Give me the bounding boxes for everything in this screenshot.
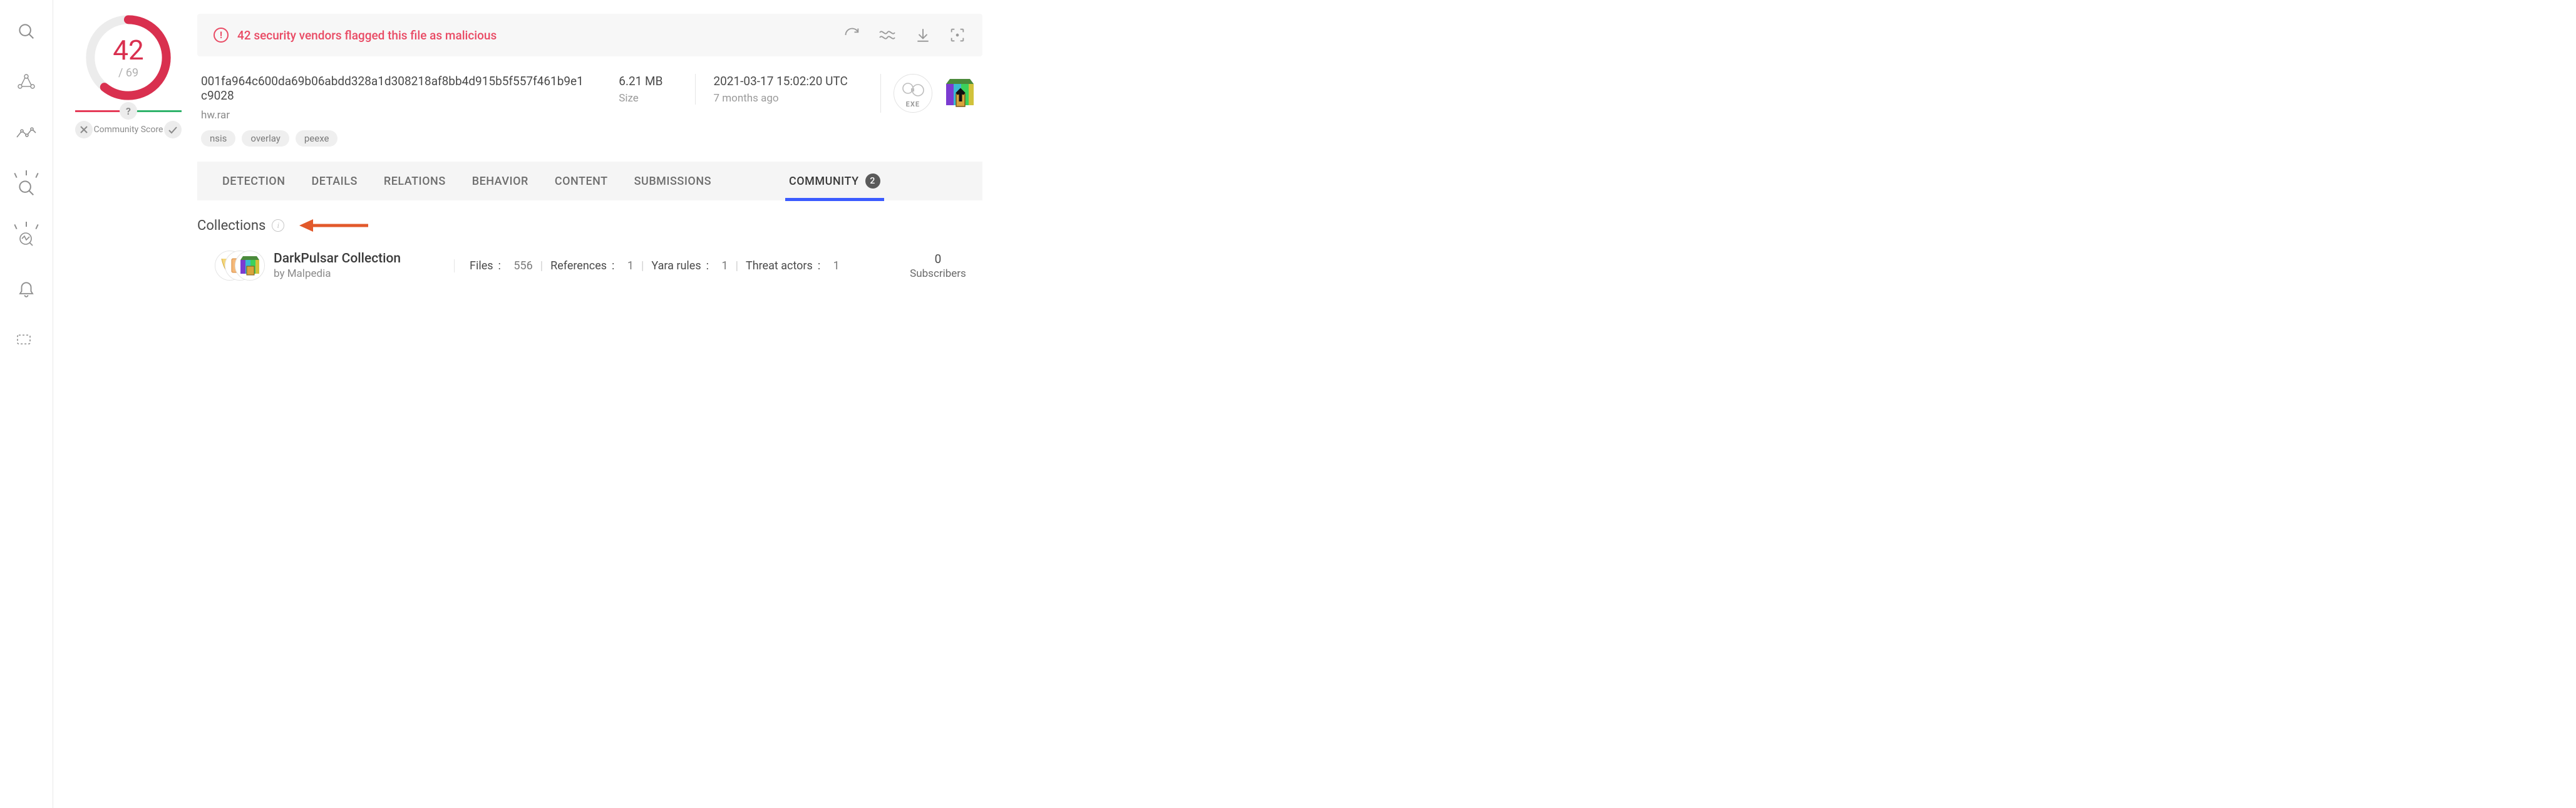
main-content: 42 / 69 ? Community Score (53, 0, 1001, 808)
file-hash: 001fa964c600da69b06abdd328a1d308218af8bb… (201, 74, 586, 103)
graph-icon[interactable] (13, 69, 40, 96)
collection-icon-stack (215, 248, 265, 283)
exe-badge: EXE (894, 74, 932, 113)
tab-community[interactable]: COMMUNITY 2 (789, 162, 880, 200)
blank-region (1001, 0, 2576, 808)
vote-malicious-button[interactable] (75, 121, 93, 138)
similar-button[interactable] (878, 29, 897, 41)
collection-item[interactable]: DarkPulsar Collection by Malpedia Files:… (197, 248, 982, 287)
file-type-badges: EXE (880, 74, 979, 113)
download-button[interactable] (915, 27, 931, 43)
detection-gauge: 42 / 69 (85, 14, 172, 101)
alert-text: 42 security vendors flagged this file as… (237, 28, 497, 43)
rar-badge (940, 74, 979, 113)
tab-content[interactable]: CONTENT (555, 162, 608, 200)
file-date: 2021-03-17 15:02:20 UTC (713, 74, 847, 88)
collections-header: Collections i (197, 217, 982, 234)
subscribers-count: 0 (910, 252, 966, 266)
tab-submissions[interactable]: SUBMISSIONS (634, 162, 711, 200)
community-score: ? Community Score (75, 110, 182, 138)
arrow-annotation (299, 217, 368, 234)
exe-label: EXE (906, 100, 920, 108)
tab-community-label: COMMUNITY (789, 175, 859, 188)
expand-button[interactable] (949, 26, 966, 44)
vote-harmless-button[interactable] (164, 121, 182, 138)
file-tags: nsis overlay peexe (201, 130, 586, 147)
reanalyze-button[interactable] (843, 26, 861, 44)
file-date-block: 2021-03-17 15:02:20 UTC 7 months ago (695, 74, 865, 105)
search-icon[interactable] (13, 18, 40, 45)
tag-nsis[interactable]: nsis (201, 130, 235, 147)
tab-community-count: 2 (865, 174, 880, 189)
vendor-total: / 69 (118, 66, 138, 80)
malicious-alert-bar: ! 42 security vendors flagged this file … (197, 14, 982, 56)
alert-icon: ! (214, 28, 229, 43)
file-date-relative: 7 months ago (713, 92, 847, 105)
file-size: 6.21 MB (619, 74, 662, 88)
file-name: hw.rar (201, 109, 586, 122)
subscribers-label: Subscribers (910, 267, 966, 280)
detection-count: 42 (113, 36, 143, 64)
info-icon[interactable]: i (272, 219, 284, 232)
hunting-icon[interactable] (13, 172, 40, 199)
livehunt-icon[interactable] (13, 223, 40, 251)
collection-author: by Malpedia (274, 267, 436, 280)
tab-details[interactable]: DETAILS (311, 162, 357, 200)
community-score-label: Community Score (94, 125, 163, 135)
tag-overlay[interactable]: overlay (242, 130, 289, 147)
score-block: 42 / 69 ? Community Score (72, 14, 185, 138)
file-size-label: Size (619, 92, 662, 105)
tab-behavior[interactable]: BEHAVIOR (472, 162, 528, 200)
tab-relations[interactable]: RELATIONS (384, 162, 446, 200)
collections-title: Collections (197, 218, 265, 234)
community-score-marker: ? (120, 102, 137, 120)
collection-subscribers: 0 Subscribers (900, 252, 976, 280)
api-icon[interactable] (13, 326, 40, 353)
tab-detection[interactable]: DETECTION (222, 162, 285, 200)
bell-icon[interactable] (13, 274, 40, 302)
collection-stats: Files: 556 | References: 1 | Yara rules:… (454, 259, 840, 272)
left-sidebar (0, 0, 53, 808)
collection-name: DarkPulsar Collection (274, 251, 436, 266)
file-size-block: 6.21 MB Size (601, 74, 680, 105)
tabs-bar: DETECTION DETAILS RELATIONS BEHAVIOR CON… (197, 162, 982, 200)
file-info-row: 001fa964c600da69b06abdd328a1d308218af8bb… (197, 56, 982, 158)
tag-peexe[interactable]: peexe (296, 130, 338, 147)
activity-icon[interactable] (13, 120, 40, 148)
